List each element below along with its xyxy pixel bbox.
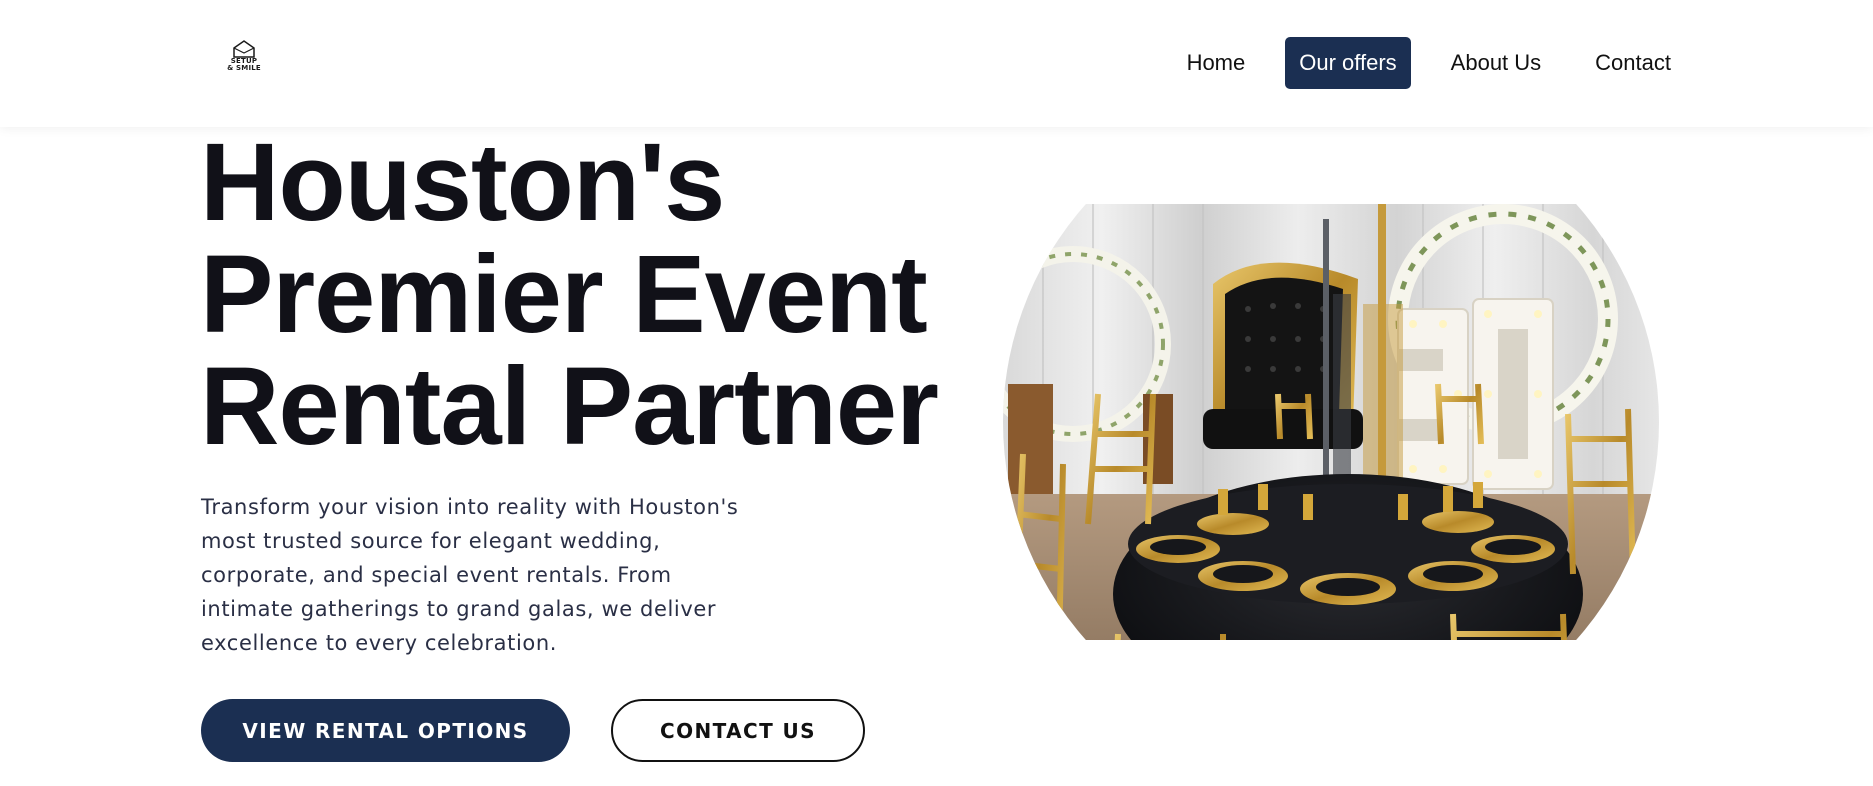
hero-image xyxy=(1003,204,1659,640)
nav-contact[interactable]: Contact xyxy=(1581,37,1685,89)
logo-text: SETUP & SMILE xyxy=(227,57,261,72)
site-header: SETUP & SMILE Home Our offers About Us C… xyxy=(0,0,1873,127)
page: SETUP & SMILE Home Our offers About Us C… xyxy=(0,0,1873,786)
nav-home[interactable]: Home xyxy=(1173,37,1260,89)
house-icon xyxy=(233,40,255,58)
view-rental-options-button[interactable]: VIEW RENTAL OPTIONS xyxy=(201,699,570,762)
hero-title: Houston's Premier Event Rental Partner xyxy=(200,127,940,463)
hero-title-line: Rental Partner xyxy=(200,345,939,468)
hero-description: Transform your vision into reality with … xyxy=(201,495,739,655)
main-nav: Home Our offers About Us Contact xyxy=(1161,37,1685,89)
logo[interactable]: SETUP & SMILE xyxy=(222,40,266,80)
hero-title-line: Premier Event xyxy=(200,233,928,356)
nav-about-us[interactable]: About Us xyxy=(1437,37,1556,89)
nav-our-offers[interactable]: Our offers xyxy=(1285,37,1411,89)
contact-us-button[interactable]: CONTACT US xyxy=(611,699,865,762)
hero-title-line: Houston's xyxy=(200,121,725,244)
event-table-photo xyxy=(1003,204,1659,640)
